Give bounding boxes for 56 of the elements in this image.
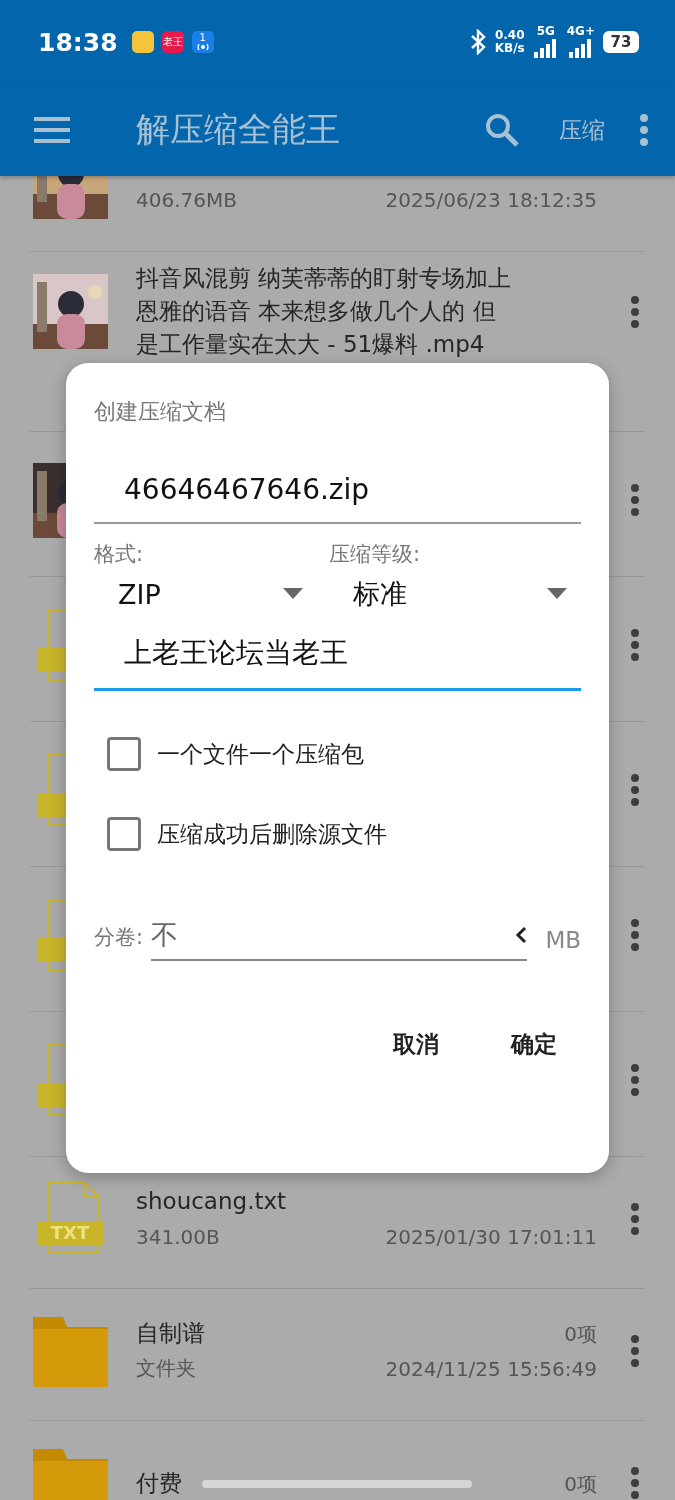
unit-label: MB (545, 927, 581, 955)
file-name: shoucang.txt (136, 1186, 287, 1216)
option-label: 压缩成功后删除源文件 (157, 819, 387, 849)
more-icon[interactable] (630, 1465, 640, 1500)
more-icon[interactable] (630, 483, 640, 517)
network-speed: 0.40 KB/s (494, 29, 525, 55)
file-size: 341.00B (136, 1224, 220, 1249)
file-name: 自制谱 (136, 1318, 205, 1348)
network-type: 5G (536, 24, 555, 38)
dropdown-arrow-icon (547, 588, 567, 600)
dialog-title: 创建压缩文档 (94, 398, 227, 426)
notification-icon: 1 (191, 31, 214, 53)
file-size: 文件夹 (136, 1355, 196, 1382)
folder-icon (33, 1446, 108, 1500)
split-size-field[interactable]: 不 (151, 917, 528, 961)
option-label: 一个文件一个压缩包 (157, 739, 364, 769)
dropdown-arrow-icon (283, 588, 303, 600)
signal-icon (567, 37, 594, 60)
file-name: 付费 (136, 1468, 182, 1498)
battery-level: 73 (603, 31, 639, 53)
checkbox[interactable] (107, 817, 141, 851)
file-date: 2025/01/30 17:01:11 (385, 1224, 597, 1249)
file-date: 2025/06/23 18:12:35 (385, 187, 597, 212)
more-icon[interactable] (630, 294, 640, 329)
checkbox[interactable] (107, 737, 141, 771)
network-type: 4G+ (566, 24, 595, 38)
menu-icon[interactable] (34, 117, 70, 143)
folder-icon (33, 1314, 108, 1387)
search-icon[interactable] (485, 113, 519, 147)
signal-icon (532, 37, 559, 60)
notification-icon: 老王 (161, 31, 184, 53)
file-date: 2024/11/25 15:56:49 (385, 1356, 597, 1381)
more-icon[interactable] (630, 773, 640, 807)
item-count: 0项 (564, 1470, 597, 1498)
app-title: 解压缩全能王 (136, 108, 341, 151)
dropdown[interactable]: ZIP (94, 568, 303, 612)
more-icon[interactable] (630, 628, 640, 662)
notification-icon (131, 31, 154, 53)
file-size: 406.76MB (136, 187, 237, 212)
filename-field[interactable]: 46646467646.zip (94, 473, 581, 524)
file-name: 抖音风混剪 纳芙蒂蒂的盯射专场加上恩雅的语音 本来想多做几个人的 但是工作量实在太大 - 51爆料 .mp4 (136, 264, 513, 359)
more-icon[interactable] (639, 113, 649, 147)
more-icon[interactable] (630, 1201, 640, 1236)
more-icon[interactable] (630, 1063, 640, 1097)
format-label: 格式: (94, 541, 144, 568)
dropdown[interactable]: 标准 (329, 568, 567, 612)
clock: 18:38 (38, 27, 118, 57)
password-field[interactable]: 上老王论坛当老王 (94, 634, 581, 691)
more-icon[interactable] (630, 1333, 640, 1368)
item-count: 0项 (564, 1320, 597, 1348)
dialog-button[interactable]: 确定 (505, 1025, 563, 1064)
chevron-left-icon[interactable] (515, 926, 528, 944)
level-label: 压缩等级: (329, 541, 421, 568)
dialog-button[interactable]: 取消 (387, 1025, 445, 1064)
more-icon[interactable] (630, 918, 640, 952)
split-label: 分卷: (94, 924, 144, 951)
